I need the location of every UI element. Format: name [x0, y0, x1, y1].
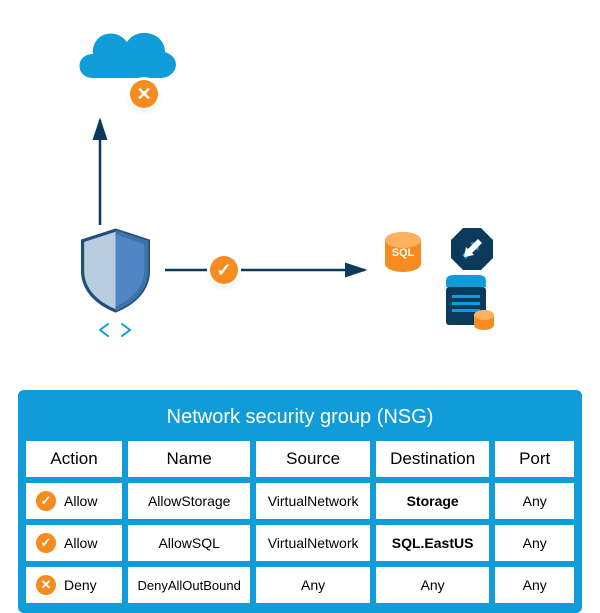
nsg-cell-action: ✓ Allow [26, 525, 122, 561]
nsg-col-destination: Destination [376, 441, 490, 477]
nsg-cell-destination: SQL.EastUS [376, 525, 490, 561]
nsg-cell-port: Any [495, 483, 574, 519]
nsg-cell-source: VirtualNetwork [256, 525, 370, 561]
nsg-panel: Network security group (NSG) Action Name… [18, 390, 582, 613]
architecture-diagram: ✕ ✓ SQL [0, 0, 600, 390]
deny-badge-glyph: ✕ [136, 84, 151, 105]
network-octagon-icon [448, 225, 496, 273]
internet-cloud-node: ✕ [60, 20, 190, 105]
deny-mini-icon: ✕ [36, 575, 56, 595]
allow-mini-icon: ✓ [36, 491, 56, 511]
nsg-cell-action: ✓ Allow [26, 483, 122, 519]
nsg-title: Network security group (NSG) [26, 398, 574, 441]
svg-text:SQL: SQL [392, 247, 415, 259]
nsg-col-action: Action [26, 441, 122, 477]
nsg-table: Action Name Source Destination Port ✓ Al… [26, 441, 574, 603]
cloud-icon [65, 20, 185, 100]
nsg-cell-name: AllowStorage [128, 483, 250, 519]
nsg-cell-destination: Any [376, 567, 490, 603]
nsg-action-label: Allow [64, 493, 97, 509]
shield-icon [78, 228, 153, 313]
nsg-cell-destination: Storage [376, 483, 490, 519]
nsg-cell-name: AllowSQL [128, 525, 250, 561]
nsg-col-port: Port [495, 441, 574, 477]
nsg-action-label: Deny [64, 577, 97, 593]
deny-badge-icon: ✕ [130, 80, 158, 108]
nsg-cell-source: VirtualNetwork [256, 483, 370, 519]
nic-arrows-icon [55, 322, 175, 343]
allow-mini-icon: ✓ [36, 533, 56, 553]
azure-services-group: SQL [370, 220, 510, 330]
nsg-cell-action: ✕ Deny [26, 567, 122, 603]
nsg-col-name: Name [128, 441, 250, 477]
sql-database-icon: SQL [380, 230, 426, 276]
nsg-cell-name: DenyAllOutBound [128, 567, 250, 603]
allow-badge-on-arrow: ✓ [210, 256, 238, 284]
nsg-col-source: Source [256, 441, 370, 477]
allow-badge-glyph: ✓ [216, 260, 231, 281]
storage-server-icon [438, 275, 498, 333]
nsg-cell-port: Any [495, 567, 574, 603]
nsg-cell-source: Any [256, 567, 370, 603]
nsg-action-label: Allow [64, 535, 97, 551]
nsg-cell-port: Any [495, 525, 574, 561]
allow-badge-icon: ✓ [210, 256, 238, 284]
vm-nic-shield-node [55, 228, 175, 343]
